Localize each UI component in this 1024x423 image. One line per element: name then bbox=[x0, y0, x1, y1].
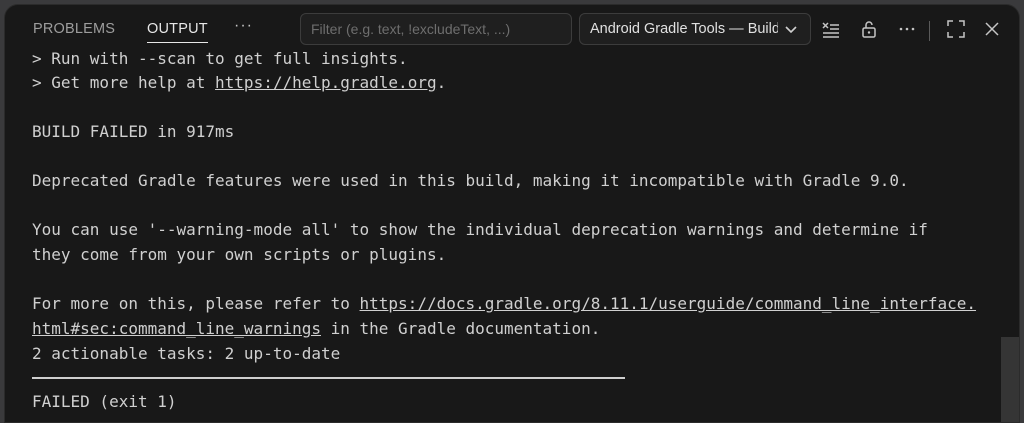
output-channel-value: Android Gradle Tools — Build bbox=[590, 21, 778, 37]
output-text: . bbox=[436, 73, 447, 92]
build-failed-line: BUILD FAILED in 917ms bbox=[32, 122, 235, 141]
output-channel-select[interactable]: Android Gradle Tools — Build bbox=[579, 13, 811, 45]
exit-status-line: FAILED (exit 1) bbox=[32, 392, 177, 411]
output-text: For more on this, please refer to bbox=[32, 294, 360, 313]
gradle-help-link[interactable]: https://help.gradle.org bbox=[215, 73, 437, 92]
output-line: they come from your own scripts or plugi… bbox=[32, 245, 447, 264]
output-line: Deprecated Gradle features were used in … bbox=[32, 171, 909, 190]
output-divider bbox=[32, 377, 625, 379]
output-text-area[interactable]: > Run with --scan to get full insights. … bbox=[5, 45, 1001, 422]
toolbar-separator bbox=[929, 21, 930, 41]
gradle-docs-link-continued[interactable]: html#sec:command_line_warnings bbox=[32, 319, 321, 338]
filter-input[interactable] bbox=[300, 13, 572, 45]
output-line: For more on this, please refer to https:… bbox=[32, 293, 976, 315]
more-actions-icon[interactable] bbox=[897, 19, 917, 39]
maximize-icon[interactable] bbox=[946, 19, 966, 39]
lock-scroll-icon[interactable] bbox=[859, 19, 879, 39]
output-scrollbar[interactable] bbox=[1001, 337, 1019, 422]
output-text: in the Gradle documentation. bbox=[320, 319, 601, 338]
more-tabs-icon[interactable]: ··· bbox=[234, 17, 253, 35]
output-text: > Get more help at bbox=[32, 73, 216, 92]
chevron-down-icon bbox=[785, 26, 797, 34]
output-line: You can use '--warning-mode all' to show… bbox=[32, 220, 928, 239]
output-panel: PROBLEMS OUTPUT ··· Android Gradle Tools… bbox=[4, 4, 1020, 423]
gradle-docs-link[interactable]: https://docs.gradle.org/8.11.1/userguide… bbox=[360, 294, 977, 313]
output-line: html#sec:command_line_warnings in the Gr… bbox=[32, 318, 600, 340]
output-line: > Run with --scan to get full insights. bbox=[32, 49, 408, 68]
output-line: > Get more help at https://help.gradle.o… bbox=[32, 72, 446, 94]
close-icon[interactable] bbox=[982, 19, 1002, 39]
output-line: 2 actionable tasks: 2 up-to-date bbox=[32, 344, 341, 363]
tab-output[interactable]: OUTPUT bbox=[147, 19, 208, 43]
clear-output-icon[interactable] bbox=[821, 19, 841, 39]
tab-problems[interactable]: PROBLEMS bbox=[33, 19, 115, 43]
